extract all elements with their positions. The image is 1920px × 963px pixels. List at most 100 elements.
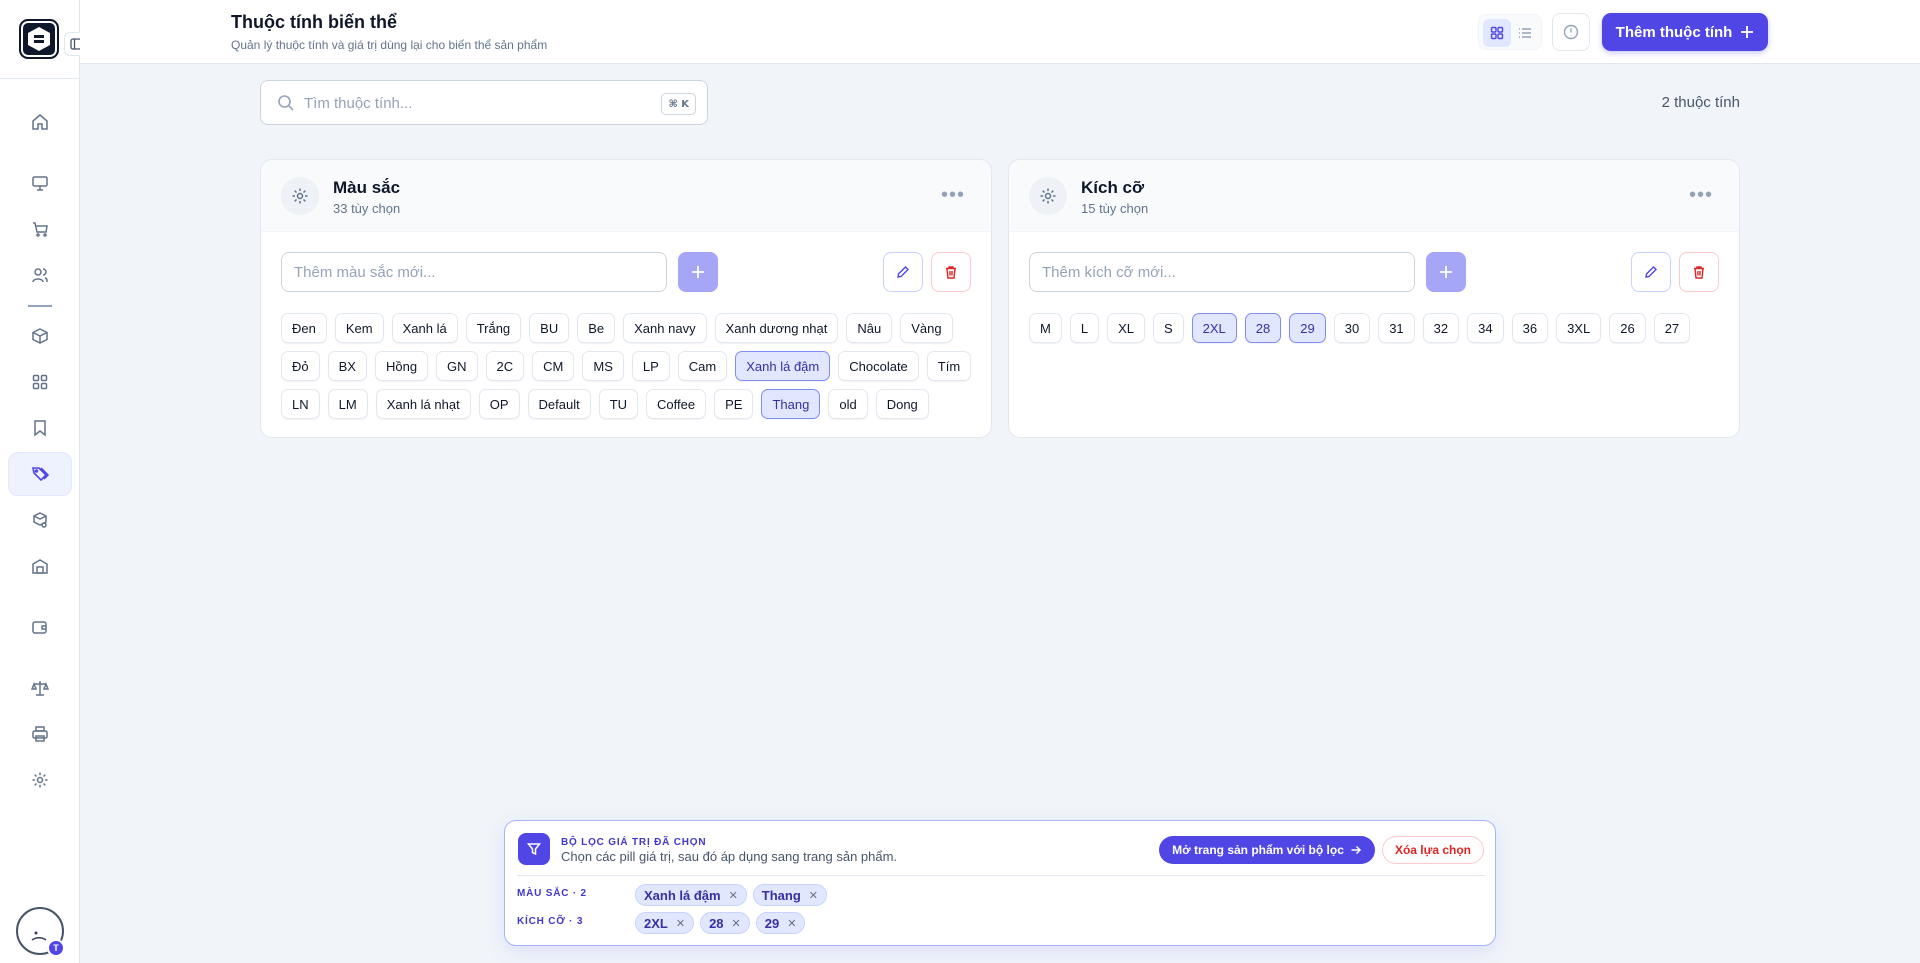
value-pill[interactable]: Tím xyxy=(926,351,972,381)
card-option-count: 15 tùy chọn xyxy=(1081,201,1149,216)
nav-package-icon[interactable] xyxy=(8,314,72,358)
value-pill[interactable]: 28 xyxy=(1244,313,1282,343)
value-pill[interactable]: Chocolate xyxy=(838,351,919,381)
value-pill[interactable]: XL xyxy=(1107,313,1145,343)
nav-box-settings-icon[interactable] xyxy=(8,498,72,542)
nav-tags-icon[interactable] xyxy=(8,452,72,496)
delete-attribute-button[interactable] xyxy=(931,252,971,292)
nav-settings-icon[interactable] xyxy=(8,758,72,802)
value-pill[interactable]: Trắng xyxy=(465,313,522,343)
value-pill[interactable]: 30 xyxy=(1333,313,1371,343)
value-pill[interactable]: 2XL xyxy=(1191,313,1237,343)
nav-printer-icon[interactable] xyxy=(8,712,72,756)
delete-attribute-button[interactable] xyxy=(1679,252,1719,292)
value-pill[interactable]: 3XL xyxy=(1556,313,1602,343)
divider xyxy=(517,875,1485,876)
search-input[interactable] xyxy=(304,91,634,115)
value-pill[interactable]: L xyxy=(1069,313,1100,343)
page-header: Thuộc tính biến thể Quản lý thuộc tính v… xyxy=(80,0,1920,64)
remove-chip-icon[interactable]: ✕ xyxy=(729,889,738,902)
nav-home-icon[interactable] xyxy=(8,100,72,144)
value-pill[interactable]: Đỏ xyxy=(281,351,320,381)
value-pill[interactable]: CM xyxy=(532,351,575,381)
nav-scale-icon[interactable] xyxy=(8,666,72,710)
value-pill[interactable]: Nâu xyxy=(846,313,893,343)
value-pill[interactable]: 32 xyxy=(1422,313,1460,343)
value-pill[interactable]: LM xyxy=(327,389,368,419)
remove-chip-icon[interactable]: ✕ xyxy=(787,917,796,930)
card-header: Kích cỡ 15 tùy chọn ••• xyxy=(1009,160,1739,232)
value-pill[interactable]: Cam xyxy=(677,351,728,381)
more-options-icon[interactable]: ••• xyxy=(1689,185,1713,205)
value-pill[interactable]: TU xyxy=(598,389,639,419)
new-value-input[interactable] xyxy=(281,252,667,292)
nav-grid-icon[interactable] xyxy=(8,360,72,404)
clear-selection-button[interactable]: Xóa lựa chọn xyxy=(1382,836,1484,864)
value-pill[interactable]: 27 xyxy=(1653,313,1691,343)
value-pill[interactable]: Thang xyxy=(761,389,821,419)
value-pill[interactable]: 29 xyxy=(1289,313,1326,343)
pencil-icon xyxy=(1645,266,1657,278)
gear-icon xyxy=(281,177,319,215)
value-pill[interactable]: Hồng xyxy=(374,351,429,381)
value-pill[interactable]: 26 xyxy=(1609,313,1646,343)
value-pill[interactable]: PE xyxy=(714,389,754,419)
value-pill[interactable]: Đen xyxy=(281,313,327,343)
open-products-with-filter-button[interactable]: Mở trang sản phẩm với bộ lọc xyxy=(1159,836,1375,864)
value-pill[interactable]: Kem xyxy=(334,313,384,343)
value-pill[interactable]: Xanh lá xyxy=(391,313,458,343)
value-pill[interactable]: Vàng xyxy=(900,313,953,343)
nav-users-icon[interactable] xyxy=(8,253,72,297)
value-pill[interactable]: Xanh navy xyxy=(623,313,707,343)
value-pill[interactable]: 34 xyxy=(1467,313,1504,343)
value-pill[interactable]: LP xyxy=(631,351,670,381)
list-view-icon[interactable] xyxy=(1511,19,1539,47)
value-pill[interactable]: OP xyxy=(478,389,520,419)
grid-view-icon[interactable] xyxy=(1483,19,1511,47)
card-title: Kích cỡ xyxy=(1081,178,1145,197)
edit-attribute-button[interactable] xyxy=(1631,252,1671,292)
value-pill[interactable]: Dong xyxy=(875,389,929,419)
nav-bookmark-icon[interactable] xyxy=(8,406,72,450)
add-value-button[interactable] xyxy=(678,252,718,292)
avatar-badge: T xyxy=(47,939,65,957)
search-icon xyxy=(277,94,295,117)
card-title: Màu sắc xyxy=(333,178,401,197)
nav-monitor-icon[interactable] xyxy=(8,161,72,205)
nav-warehouse-icon[interactable] xyxy=(8,544,72,588)
value-pill[interactable]: Xanh lá nhạt xyxy=(375,389,471,419)
value-pill[interactable]: M xyxy=(1029,313,1062,343)
nav-wallet-icon[interactable] xyxy=(8,605,72,649)
value-pill[interactable]: BX xyxy=(327,351,367,381)
value-pill[interactable]: Coffee xyxy=(646,389,707,419)
value-pill[interactable]: S xyxy=(1152,313,1184,343)
add-attribute-button[interactable]: Thêm thuộc tính xyxy=(1602,13,1768,51)
value-pill[interactable]: 2C xyxy=(485,351,525,381)
value-pill[interactable]: LN xyxy=(281,389,320,419)
value-pill[interactable]: old xyxy=(828,389,868,419)
more-options-icon[interactable]: ••• xyxy=(941,185,965,205)
filter-chip: 28 ✕ xyxy=(700,912,750,934)
value-pill[interactable]: Xanh lá đậm xyxy=(735,351,831,381)
help-icon[interactable] xyxy=(1552,13,1590,51)
search-bar: ⌘ K xyxy=(260,80,708,125)
nav-cart-icon[interactable] xyxy=(8,207,72,251)
remove-chip-icon[interactable]: ✕ xyxy=(732,917,741,930)
new-value-input[interactable] xyxy=(1029,252,1415,292)
value-pill[interactable]: GN xyxy=(436,351,478,381)
add-value-button[interactable] xyxy=(1426,252,1466,292)
value-pill[interactable]: BU xyxy=(529,313,570,343)
value-pill[interactable]: 31 xyxy=(1378,313,1415,343)
value-pill[interactable]: Xanh dương nhạt xyxy=(714,313,839,343)
filter-chip: 29 ✕ xyxy=(755,912,806,934)
filter-chips-color: Xanh lá đậm ✕ Thang ✕ xyxy=(635,884,828,906)
value-pill[interactable]: Be xyxy=(577,313,616,343)
app-logo[interactable] xyxy=(19,19,59,59)
value-pill[interactable]: 36 xyxy=(1511,313,1549,343)
edit-attribute-button[interactable] xyxy=(883,252,923,292)
remove-chip-icon[interactable]: ✕ xyxy=(676,917,685,930)
value-pill[interactable]: MS xyxy=(582,351,624,381)
value-pill[interactable]: Default xyxy=(527,389,591,419)
remove-chip-icon[interactable]: ✕ xyxy=(809,889,818,902)
view-toggle xyxy=(1478,14,1542,50)
